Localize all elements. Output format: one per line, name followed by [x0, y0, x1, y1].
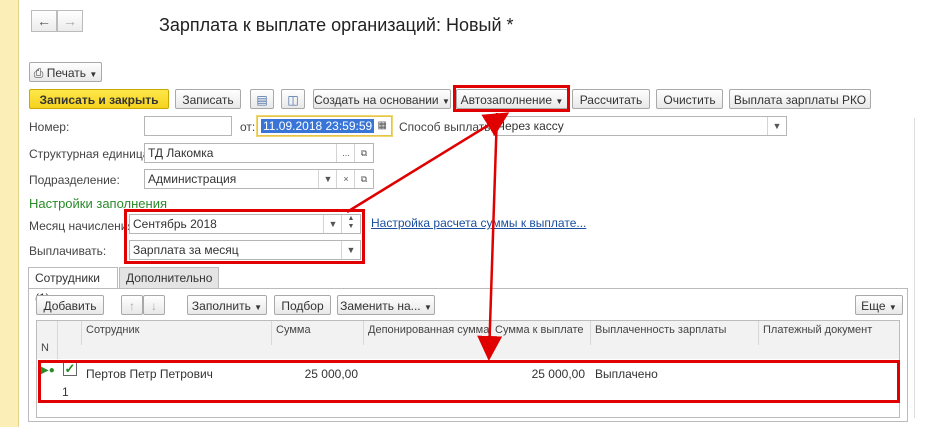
annotation-arrows [346, 112, 510, 361]
arrow-settings-to-autofill [346, 112, 510, 214]
arrow-autofill-to-row [477, 112, 503, 361]
left-panel-strip [0, 0, 19, 427]
document-window: ← → Зарплата к выплате организаций: Новы… [19, 0, 928, 427]
scroll-separator [914, 118, 915, 418]
